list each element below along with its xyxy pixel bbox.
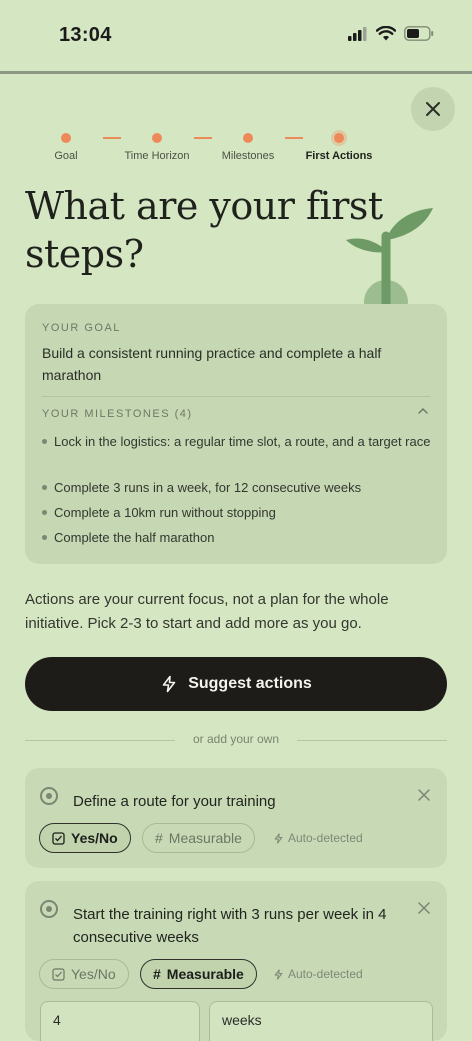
chip-label: Measurable xyxy=(168,830,242,846)
suggest-actions-label: Suggest actions xyxy=(188,675,312,692)
status-bar: 13:04 xyxy=(0,0,472,72)
action-radio[interactable] xyxy=(40,787,58,805)
suggest-actions-button[interactable]: Suggest actions xyxy=(25,657,447,711)
step-label-first-actions: First Actions xyxy=(305,150,373,162)
type-yes-no-chip[interactable]: Yes/No xyxy=(39,959,129,989)
milestones-label[interactable]: YOUR MILESTONES (4) xyxy=(42,408,193,420)
lightning-icon xyxy=(162,675,176,693)
hash-icon: # xyxy=(155,830,163,846)
milestone-item: Lock in the logistics: a regular time sl… xyxy=(42,431,434,452)
step-dot-time-horizon xyxy=(152,133,162,143)
type-measurable-chip[interactable]: # Measurable xyxy=(142,823,255,853)
remove-action-icon[interactable] xyxy=(417,901,431,915)
progress-stepper: Goal Time Horizon Milestones First Actio… xyxy=(0,128,472,168)
chevron-up-icon[interactable] xyxy=(417,407,429,415)
divider-line xyxy=(297,740,447,741)
milestone-item: Complete a 10km run without stopping xyxy=(42,502,434,523)
chip-label: Yes/No xyxy=(71,966,116,982)
sheet-top-edge xyxy=(0,71,472,74)
status-time: 13:04 xyxy=(59,24,112,46)
step-dot-goal xyxy=(61,133,71,143)
hash-icon: # xyxy=(153,966,161,982)
action-title[interactable]: Define a route for your training xyxy=(73,790,393,813)
status-icons xyxy=(348,26,434,41)
remove-action-icon[interactable] xyxy=(417,788,431,802)
action-card: Start the training right with 3 runs per… xyxy=(25,881,447,1041)
auto-detected-hint: Auto-detected xyxy=(273,967,363,981)
lightning-icon xyxy=(274,832,283,844)
lightning-icon xyxy=(274,968,283,980)
close-icon xyxy=(426,102,440,116)
milestone-item: Complete the half marathon xyxy=(42,527,434,548)
checkbox-icon xyxy=(52,967,65,981)
divider xyxy=(42,396,430,397)
step-label-milestones[interactable]: Milestones xyxy=(222,150,275,162)
page-title: What are your first steps? xyxy=(25,184,383,276)
close-button[interactable] xyxy=(411,87,455,131)
step-dot-milestones xyxy=(243,133,253,143)
goal-text: Build a consistent running practice and … xyxy=(42,345,382,383)
goal-label: YOUR GOAL xyxy=(42,322,121,334)
action-radio[interactable] xyxy=(40,900,58,918)
wifi-icon xyxy=(376,26,396,41)
chip-label: Measurable xyxy=(166,966,244,982)
or-divider: or add your own xyxy=(25,731,447,749)
goal-summary-card: YOUR GOAL Build a consistent running pra… xyxy=(25,304,447,564)
or-add-your-own-text: or add your own xyxy=(192,732,280,746)
step-label-time-horizon[interactable]: Time Horizon xyxy=(125,150,190,162)
chip-label: Yes/No xyxy=(71,830,118,846)
type-measurable-chip[interactable]: # Measurable xyxy=(140,959,257,989)
step-connector xyxy=(194,137,212,139)
action-title[interactable]: Start the training right with 3 runs per… xyxy=(73,903,413,949)
battery-icon xyxy=(404,26,434,41)
checkbox-icon xyxy=(52,831,65,845)
auto-detected-hint: Auto-detected xyxy=(273,831,363,845)
type-yes-no-chip[interactable]: Yes/No xyxy=(39,823,131,853)
target-unit-input[interactable]: weeks xyxy=(209,1001,433,1041)
auto-detected-label: Auto-detected xyxy=(288,967,363,981)
target-value-input[interactable]: 4 xyxy=(40,1001,200,1041)
step-connector xyxy=(285,137,303,139)
cellular-signal-icon xyxy=(348,26,367,41)
step-dot-first-actions xyxy=(334,133,344,143)
step-label-goal[interactable]: Goal xyxy=(54,150,77,162)
step-connector xyxy=(103,137,121,139)
milestone-item: Complete 3 runs in a week, for 12 consec… xyxy=(42,477,434,498)
intro-text: Actions are your current focus, not a pl… xyxy=(25,591,389,632)
auto-detected-label: Auto-detected xyxy=(288,831,363,845)
action-card: Define a route for your training Yes/No … xyxy=(25,768,447,868)
